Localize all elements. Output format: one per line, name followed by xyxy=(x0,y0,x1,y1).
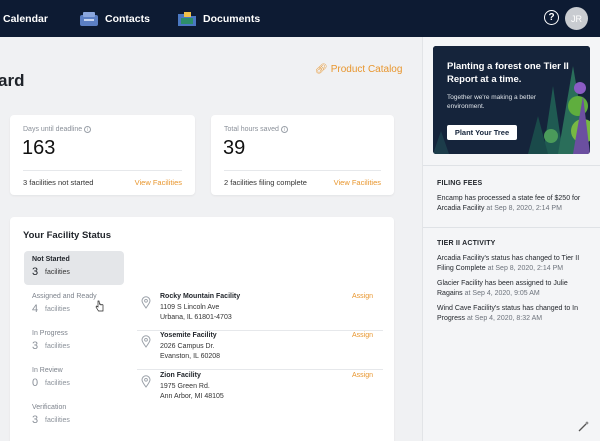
status-tab-count: 0 xyxy=(32,377,39,389)
divider xyxy=(224,170,381,171)
activity-item: Wind Cave Facility's status has changed … xyxy=(437,304,592,324)
status-tab-count: 3 xyxy=(32,340,39,352)
nav-calendar[interactable]: Calendar xyxy=(3,0,48,37)
plant-tree-promo: Planting a forest one Tier II Report at … xyxy=(433,46,590,154)
facility-name: Yosemite Facility xyxy=(160,332,217,339)
status-tab-name: Not Started xyxy=(32,256,70,263)
product-catalog-label: Product Catalog xyxy=(330,64,403,75)
status-tab-verification[interactable]: Verification 3 facilities xyxy=(24,399,124,433)
magic-wand-icon[interactable] xyxy=(578,419,590,432)
link-icon: 🔗︎ xyxy=(315,64,328,75)
stat-label-text: Total hours saved xyxy=(224,126,279,133)
page-title: ard xyxy=(0,71,25,90)
facility-address-line2: Ann Arbor, MI 48105 xyxy=(160,393,224,400)
status-tab-count: 4 xyxy=(32,303,39,315)
tier-ii-activity-heading: TIER II ACTIVITY xyxy=(437,240,496,247)
facility-status-title: Your Facility Status xyxy=(23,230,111,241)
status-tab-name: Verification xyxy=(32,404,67,411)
activity-item: Glacier Facility has been assigned to Ju… xyxy=(437,279,592,299)
facility-address-line2: Evanston, IL 60208 xyxy=(160,353,221,360)
divider xyxy=(137,330,383,331)
promo-text: Together we're making a better environme… xyxy=(447,94,537,110)
status-tab-name: In Review xyxy=(32,367,63,374)
status-tab-assigned-and-ready[interactable]: Assigned and Ready 4 facilities xyxy=(24,288,124,322)
contacts-icon xyxy=(80,11,98,26)
assign-link[interactable]: Assign xyxy=(352,332,373,339)
facility-item-rocky-mountain[interactable]: Rocky Mountain Facility 1109 S Lincoln A… xyxy=(137,293,383,327)
status-tab-unit: facilities xyxy=(45,343,70,350)
facility-address-line2: Urbana, IL 61801-4703 xyxy=(160,314,232,321)
product-catalog-link[interactable]: 🔗︎ Product Catalog xyxy=(315,64,402,75)
stat-card-hours-saved: Total hours saved i 39 2 facilities fili… xyxy=(211,115,394,195)
filing-fee-entry: Encamp has processed a state fee of $250… xyxy=(437,194,592,214)
nav-contacts[interactable]: Contacts xyxy=(80,0,150,37)
stat-value: 39 xyxy=(223,137,246,159)
facility-address-line1: 1975 Green Rd. xyxy=(160,383,210,390)
facility-address-line1: 2026 Campus Dr. xyxy=(160,343,215,350)
info-icon[interactable]: i xyxy=(280,126,288,133)
activity-sidebar: Planting a forest one Tier II Report at … xyxy=(422,37,600,441)
user-avatar[interactable]: JR xyxy=(565,7,588,30)
top-navigation-bar: Calendar Contacts Documents ? JR xyxy=(0,0,600,37)
stat-subtext: 3 facilities not started xyxy=(23,178,94,187)
facility-name: Zion Facility xyxy=(160,372,201,379)
stat-subtext: 2 facilities filing complete xyxy=(224,178,307,187)
stat-label-text: Days until deadline xyxy=(23,126,83,133)
promo-title: Planting a forest one Tier II Report at … xyxy=(447,61,569,85)
status-tab-unit: facilities xyxy=(45,269,70,276)
activity-time: at Sep 8, 2020, 2:14 PM xyxy=(487,265,564,272)
location-pin-icon xyxy=(141,296,151,309)
info-icon[interactable]: i xyxy=(84,126,92,133)
facility-item-zion[interactable]: Zion Facility 1975 Green Rd. Ann Arbor, … xyxy=(137,372,383,406)
facility-status-card: Your Facility Status Not Started 3 facil… xyxy=(10,217,394,441)
main-content: ard 🔗︎ Product Catalog Days until deadli… xyxy=(0,37,422,441)
status-tab-count: 3 xyxy=(32,414,39,426)
status-tab-in-progress[interactable]: In Progress 3 facilities xyxy=(24,325,124,359)
assign-link[interactable]: Assign xyxy=(352,372,373,379)
location-pin-icon xyxy=(141,375,151,388)
facility-item-yosemite[interactable]: Yosemite Facility 2026 Campus Dr. Evanst… xyxy=(137,332,383,366)
documents-icon xyxy=(178,11,196,26)
nav-documents[interactable]: Documents xyxy=(178,0,260,37)
activity-time: at Sep 4, 2020, 8:32 AM xyxy=(466,315,543,322)
nav-contacts-label: Contacts xyxy=(105,12,150,25)
stat-label: Days until deadline i xyxy=(23,126,92,133)
status-tab-name: In Progress xyxy=(32,330,68,337)
facility-address-line1: 1109 S Lincoln Ave xyxy=(160,304,220,311)
stat-value: 163 xyxy=(22,137,56,159)
status-tab-name: Assigned and Ready xyxy=(32,293,97,300)
stat-label: Total hours saved i xyxy=(224,126,288,133)
view-facilities-link[interactable]: View Facilities xyxy=(334,178,381,187)
activity-item: Arcadia Facility's status has changed to… xyxy=(437,254,592,274)
divider xyxy=(423,165,600,166)
facility-name: Rocky Mountain Facility xyxy=(160,293,241,300)
divider xyxy=(137,369,383,370)
status-tab-unit: facilities xyxy=(45,417,70,424)
divider xyxy=(23,170,182,171)
filing-fee-time: at Sep 8, 2020, 2:14 PM xyxy=(486,205,562,212)
stat-card-deadline: Days until deadline i 163 3 facilities n… xyxy=(10,115,195,195)
divider xyxy=(423,227,600,228)
hand-cursor-icon xyxy=(95,299,104,312)
plant-your-tree-button[interactable]: Plant Your Tree xyxy=(447,125,517,140)
help-icon[interactable]: ? xyxy=(544,10,559,25)
assign-link[interactable]: Assign xyxy=(352,293,373,300)
status-tab-unit: facilities xyxy=(45,306,70,313)
status-tab-unit: facilities xyxy=(45,380,70,387)
status-tab-in-review[interactable]: In Review 0 facilities xyxy=(24,362,124,396)
location-pin-icon xyxy=(141,335,151,348)
filing-fees-heading: FILING FEES xyxy=(437,180,483,187)
view-facilities-link[interactable]: View Facilities xyxy=(135,178,182,187)
nav-documents-label: Documents xyxy=(203,12,261,25)
nav-calendar-label: Calendar xyxy=(3,12,48,25)
activity-time: at Sep 4, 2020, 9:05 AM xyxy=(464,290,540,297)
status-tab-count: 3 xyxy=(32,266,39,278)
status-tab-not-started[interactable]: Not Started 3 facilities xyxy=(24,251,124,285)
